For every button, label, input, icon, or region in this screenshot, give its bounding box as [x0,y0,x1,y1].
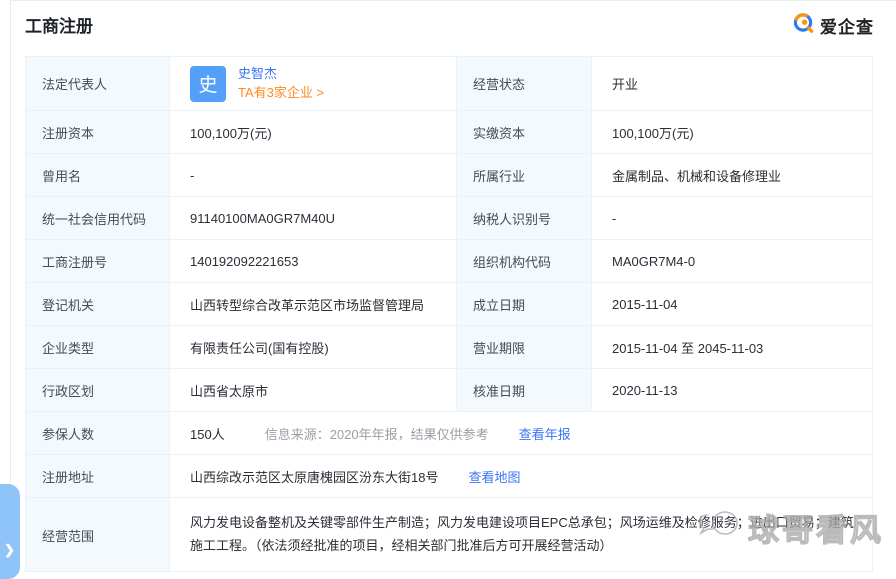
business-registration-table: 法定代表人 史 史智杰 TA有3家企业 > 经营状态 开业 注册资本 100,1… [25,56,873,572]
row-label: 工商注册号 [26,240,170,282]
insured-cell: 150人 信息来源：2020年年报，结果仅供参考 查看年报 [170,412,874,454]
insured-source-hint: 信息来源：2020年年报，结果仅供参考 [265,424,489,443]
row-label: 组织机构代码 [457,240,592,282]
chevron-right-icon: ❯ [4,542,15,558]
row-value: 山西省太原市 [170,369,457,411]
row-label: 成立日期 [457,283,592,325]
table-row: 统一社会信用代码 91140100MA0GR7M40U 纳税人识别号 - [26,197,872,240]
row-label: 核准日期 [457,369,592,411]
table-row: 登记机关 山西转型综合改革示范区市场监督管理局 成立日期 2015-11-04 [26,283,872,326]
page-title: 工商注册 [25,12,93,37]
row-label: 曾用名 [26,154,170,196]
address-cell: 山西综改示范区太原唐槐园区汾东大街18号 查看地图 [170,455,874,497]
legal-rep-cell: 史 史智杰 TA有3家企业 > [170,57,457,110]
table-row-insured: 参保人数 150人 信息来源：2020年年报，结果仅供参考 查看年报 [26,412,872,455]
content-card: 工商注册 爱企查 法定代表人 史 史智杰 TA有3家企业 > [10,0,896,564]
side-panel-expand-tab[interactable]: ❯ [0,484,20,579]
row-label: 实缴资本 [457,111,592,153]
row-label: 经营范围 [26,498,170,571]
row-label: 经营状态 [457,57,592,110]
brand-logo[interactable]: 爱企查 [792,11,874,39]
row-label: 企业类型 [26,326,170,368]
brand-name: 爱企查 [820,13,874,38]
row-label: 统一社会信用代码 [26,197,170,239]
row-value: 山西转型综合改革示范区市场监督管理局 [170,283,457,325]
row-label: 注册资本 [26,111,170,153]
table-row: 注册资本 100,100万(元) 实缴资本 100,100万(元) [26,111,872,154]
legal-rep-companies-link[interactable]: TA有3家企业 > [238,85,324,101]
row-value: - [170,154,457,196]
view-annual-report-link[interactable]: 查看年报 [519,424,571,443]
row-value: MA0GR7M4-0 [592,240,874,282]
table-row-address: 注册地址 山西综改示范区太原唐槐园区汾东大街18号 查看地图 [26,455,872,498]
row-value: 2020-11-13 [592,369,874,411]
row-value: 140192092221653 [170,240,457,282]
view-map-link[interactable]: 查看地图 [468,467,520,486]
row-value: 开业 [592,57,874,110]
address-text: 山西综改示范区太原唐槐园区汾东大街18号 [190,467,438,486]
row-value: 2015-11-04 [592,283,874,325]
table-row-business-scope: 经营范围 风力发电设备整机及关键零部件生产制造；风力发电建设项目EPC总承包；风… [26,498,872,571]
row-label: 参保人数 [26,412,170,454]
legal-rep-name-link[interactable]: 史智杰 [238,66,324,82]
row-label: 所属行业 [457,154,592,196]
row-label: 登记机关 [26,283,170,325]
table-row: 工商注册号 140192092221653 组织机构代码 MA0GR7M4-0 [26,240,872,283]
table-row: 企业类型 有限责任公司(国有控股) 营业期限 2015-11-04 至 2045… [26,326,872,369]
table-row: 曾用名 - 所属行业 金属制品、机械和设备修理业 [26,154,872,197]
row-label: 行政区划 [26,369,170,411]
row-value: - [592,197,874,239]
row-label: 注册地址 [26,455,170,497]
row-value: 100,100万(元) [592,111,874,153]
business-scope-text: 风力发电设备整机及关键零部件生产制造；风力发电建设项目EPC总承包；风场运维及检… [170,498,874,571]
row-value: 91140100MA0GR7M40U [170,197,457,239]
table-row: 行政区划 山西省太原市 核准日期 2020-11-13 [26,369,872,412]
legal-rep-avatar[interactable]: 史 [190,66,226,102]
row-value: 金属制品、机械和设备修理业 [592,154,874,196]
row-value: 100,100万(元) [170,111,457,153]
row-label: 营业期限 [457,326,592,368]
row-value: 2015-11-04 至 2045-11-03 [592,326,874,368]
table-row-legal-rep: 法定代表人 史 史智杰 TA有3家企业 > 经营状态 开业 [26,57,872,111]
aiqicha-logo-icon [792,11,815,39]
row-value: 有限责任公司(国有控股) [170,326,457,368]
insured-count: 150人 [190,424,225,443]
row-label: 法定代表人 [26,57,170,110]
row-label: 纳税人识别号 [457,197,592,239]
